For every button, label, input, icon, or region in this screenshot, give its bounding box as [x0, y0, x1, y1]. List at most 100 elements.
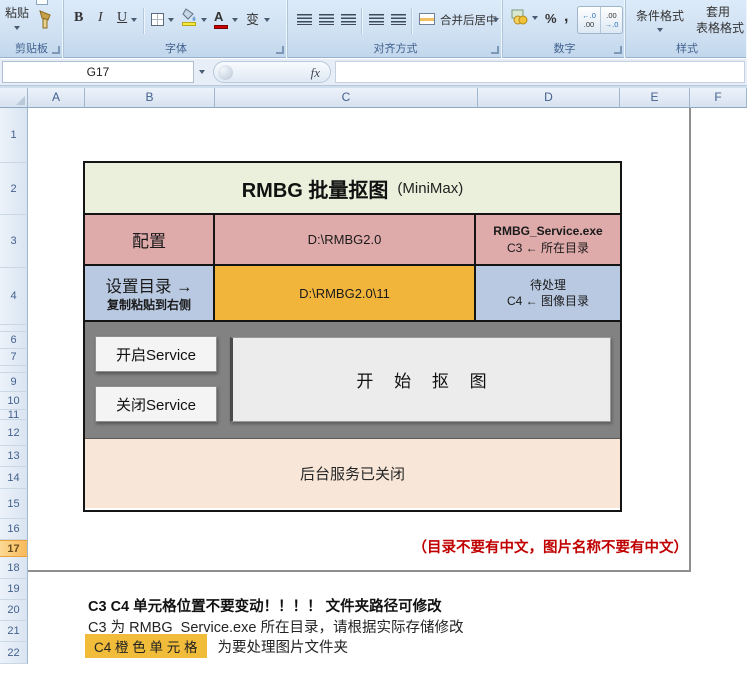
excel-window: 粘贴 剪贴板 B I U [0, 0, 747, 674]
name-box[interactable]: G17 [2, 61, 194, 83]
formula-input[interactable] [335, 61, 745, 83]
font-dialog-launcher-icon[interactable] [276, 46, 284, 54]
column-header-F[interactable]: F [690, 88, 747, 108]
column-header-E[interactable]: E [620, 88, 690, 108]
bold-button[interactable]: B [74, 10, 83, 26]
select-all-corner[interactable] [0, 88, 28, 108]
note-line3: C4 橙 色 单 元 格 为要处理图片文件夹 [85, 634, 348, 658]
underline-dropdown-icon[interactable] [131, 18, 137, 25]
row-header-10[interactable]: 10 [0, 392, 28, 410]
row-header-17[interactable]: 17 [0, 540, 28, 557]
format-as-table-button[interactable]: 套用 [706, 3, 730, 20]
column-header-C[interactable]: C [215, 88, 478, 108]
row-header-20[interactable]: 20 [0, 600, 28, 621]
dir-path-cell[interactable]: D:\RMBG2.0\11 [215, 266, 476, 320]
column-header-D[interactable]: D [478, 88, 620, 108]
row-header-7[interactable]: 7 [0, 349, 28, 366]
button-panel: 开启Service 关闭Service 开 始 抠 图 [85, 322, 620, 439]
number-dialog-launcher-icon[interactable] [614, 46, 622, 54]
config-row: 配置 D:\RMBG2.0 RMBG_Service.exe C3 ← 所在目录 [85, 215, 620, 266]
underline-button[interactable]: U [117, 10, 127, 26]
format-painter-icon[interactable] [37, 9, 54, 38]
percent-style-button[interactable]: % [545, 11, 557, 26]
phonetic-guide-button[interactable]: 变 [246, 9, 259, 28]
row-header-6[interactable]: 6 [0, 332, 28, 349]
row-header-13[interactable]: 13 [0, 446, 28, 467]
copy-icon[interactable] [36, 0, 48, 5]
clipboard-group-label: 剪贴板 [15, 43, 48, 55]
decrease-decimal-button[interactable]: .00 →.0 [600, 7, 622, 33]
merge-center-button[interactable]: 合并后居中 [440, 12, 498, 28]
merge-center-dropdown-icon[interactable] [493, 18, 499, 25]
phonetic-dropdown-icon[interactable] [264, 18, 270, 25]
row-header-14[interactable]: 14 [0, 467, 28, 489]
conditional-formatting-dropdown-icon[interactable] [657, 28, 663, 35]
font-color-button[interactable]: A [214, 8, 223, 26]
panel-title: RMBG 批量抠图 [242, 174, 389, 203]
stop-service-button[interactable]: 关闭Service [95, 386, 217, 422]
config-hint-cell: RMBG_Service.exe C3 ← 所在目录 [476, 215, 620, 264]
row-header-3[interactable]: 3 [0, 215, 28, 268]
merge-center-icon[interactable] [419, 13, 435, 25]
row-header-16[interactable]: 16 [0, 519, 28, 540]
row-header-19[interactable]: 19 [0, 579, 28, 600]
row-header-8[interactable] [0, 366, 28, 373]
align-center-icon[interactable] [319, 14, 334, 25]
fill-color-button[interactable] [182, 8, 198, 27]
align-left-icon[interactable] [297, 14, 312, 25]
row-header-4[interactable]: 4 [0, 268, 28, 325]
ribbon-group-style: 条件格式 套用 表格格式 样式 [627, 0, 747, 58]
row-header-15[interactable]: 15 [0, 489, 28, 519]
row-header-18[interactable]: 18 [0, 557, 28, 579]
italic-button[interactable]: I [98, 10, 103, 26]
row-header-1[interactable]: 1 [0, 108, 28, 163]
format-as-table-button-line2[interactable]: 表格格式 [696, 19, 744, 36]
warning-text: （目录不要有中文，图片名称不要有中文） [413, 536, 689, 557]
accounting-dropdown-icon[interactable] [532, 16, 538, 23]
directory-row: 设置目录 → 复制粘贴到右侧 D:\RMBG2.0\11 待处理 C4 ← 图像… [85, 266, 620, 322]
font-group-label: 字体 [165, 43, 187, 55]
column-header-A[interactable]: A [28, 88, 85, 108]
row-header-21[interactable]: 21 [0, 621, 28, 642]
start-matting-button[interactable]: 开 始 抠 图 [230, 337, 611, 422]
row-headers: 123467910111213141516171819202122 [0, 108, 28, 674]
row-header-5[interactable] [0, 325, 28, 332]
rmbg-panel: RMBG 批量抠图 (MiniMax) 配置 D:\RMBG2.0 RMBG_S… [83, 161, 622, 512]
row-header-2[interactable]: 2 [0, 163, 28, 215]
note-c4-highlight: C4 橙 色 单 元 格 [85, 634, 207, 658]
fx-icon[interactable]: fx [311, 65, 320, 81]
alignment-group-label: 对齐方式 [374, 43, 418, 55]
conditional-formatting-button[interactable]: 条件格式 [636, 7, 684, 24]
function-ball-icon [218, 65, 233, 80]
row-header-11[interactable]: 11 [0, 410, 28, 420]
row-header-22[interactable]: 22 [0, 642, 28, 664]
increase-indent-icon[interactable] [391, 14, 406, 25]
paste-button[interactable]: 粘贴 [5, 4, 29, 21]
borders-dropdown-icon[interactable] [168, 18, 174, 25]
font-color-dropdown-icon[interactable] [232, 18, 238, 25]
comma-style-button[interactable]: , [564, 8, 568, 26]
fill-color-dropdown-icon[interactable] [201, 18, 207, 25]
accounting-format-icon[interactable] [511, 8, 529, 30]
note-line3-rest: 为要处理图片文件夹 [218, 636, 349, 657]
config-path-cell[interactable]: D:\RMBG2.0 [215, 215, 476, 264]
align-right-icon[interactable] [341, 14, 356, 25]
column-header-B[interactable]: B [85, 88, 215, 108]
alignment-dialog-launcher-icon[interactable] [491, 46, 499, 54]
row-header-9[interactable]: 9 [0, 373, 28, 392]
number-group-label: 数字 [554, 43, 576, 55]
insert-function-area[interactable]: fx [213, 61, 331, 83]
dir-hint-cell: 待处理 C4 ← 图像目录 [476, 266, 620, 320]
column-headers: ABCDEF [0, 86, 747, 108]
row-header-12[interactable]: 12 [0, 420, 28, 446]
clipboard-dialog-launcher-icon[interactable] [52, 46, 60, 54]
name-box-dropdown-icon[interactable] [199, 70, 205, 77]
decrease-indent-icon[interactable] [369, 14, 384, 25]
borders-button[interactable] [151, 13, 164, 26]
start-service-button[interactable]: 开启Service [95, 336, 217, 372]
increase-decimal-button[interactable]: ←.0 .00 [578, 7, 600, 33]
ribbon-group-clipboard: 粘贴 剪贴板 [0, 0, 64, 58]
paste-dropdown-icon[interactable] [14, 26, 20, 33]
panel-subtitle: (MiniMax) [397, 180, 463, 197]
dir-label-cell: 设置目录 → 复制粘贴到右侧 [85, 266, 215, 320]
